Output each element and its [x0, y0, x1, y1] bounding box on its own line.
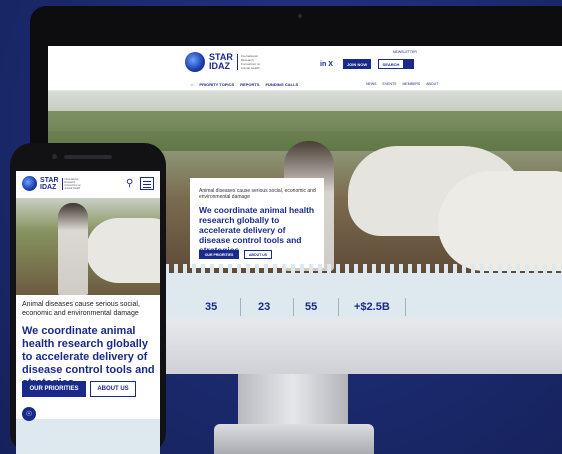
globe-logo-icon [185, 52, 205, 72]
logo-word-line1: STAR [40, 176, 59, 184]
phone-camera [52, 154, 57, 159]
hamburger-menu-icon[interactable] [140, 177, 154, 190]
logo-tagline: International Research Consortium on Ani… [236, 54, 269, 70]
hero-headline: We coordinate animal health research glo… [199, 205, 315, 255]
stat-divider [240, 298, 241, 316]
stat-value: 23 [258, 301, 271, 313]
stat-value: 55 [305, 301, 318, 313]
monitor-camera [298, 14, 302, 18]
stat-divider [293, 298, 294, 316]
nav-members[interactable]: MEMBERS [403, 82, 421, 86]
nav-about[interactable]: ABOUT [426, 82, 438, 86]
primary-nav: ⌂ PRIORITY TOPICS REPORTS FUNDING CALLS [191, 82, 298, 87]
search-button[interactable]: SEARCH [378, 59, 404, 69]
our-priorities-button[interactable]: OUR PRIORITIES [22, 381, 86, 397]
hero-ox-2 [438, 171, 562, 271]
search-icon[interactable] [404, 59, 414, 69]
phone-speaker [64, 155, 112, 159]
linkedin-icon[interactable]: in [320, 61, 326, 68]
nav-funding-calls[interactable]: FUNDING CALLS [266, 82, 299, 87]
search-icon[interactable]: ⚲ [126, 178, 133, 189]
accessibility-icon[interactable]: ☉ [22, 407, 36, 421]
x-icon[interactable]: X [328, 61, 333, 68]
stat-divider [338, 298, 339, 316]
globe-logo-icon [22, 176, 37, 191]
monitor-stand-foot [214, 424, 374, 454]
newsletter-link[interactable]: NEWSLETTER [393, 50, 417, 54]
hero-ox [86, 218, 160, 283]
desktop-nav: ⌂ PRIORITY TOPICS REPORTS FUNDING CALLS … [48, 80, 562, 91]
mobile-screen: STAR IDAZ International Research Consort… [16, 171, 160, 454]
about-us-button[interactable]: ABOUT US [244, 250, 272, 259]
hero-subtitle: Animal diseases cause serious social, ec… [199, 188, 316, 200]
hero-subtitle: Animal diseases cause serious social, ec… [22, 301, 140, 317]
stat-divider [405, 298, 406, 316]
about-us-button[interactable]: ABOUT US [90, 381, 136, 397]
secondary-nav: NEWS EVENTS MEMBERS ABOUT [366, 82, 438, 86]
desktop-logo[interactable]: STAR IDAZ International Research Consort… [185, 52, 269, 72]
stat-value: +$2.5B [354, 301, 390, 313]
mobile-stats-bg [16, 419, 160, 454]
logo-tagline: International Research Consortium on Ani… [61, 177, 85, 190]
our-priorities-button[interactable]: OUR PRIORITIES [199, 250, 239, 259]
nav-priority-topics[interactable]: PRIORITY TOPICS [199, 82, 234, 87]
mobile-hero-image [16, 198, 160, 295]
monitor-stand-neck [238, 374, 348, 428]
home-icon[interactable]: ⌂ [191, 82, 193, 87]
stat-value: 35 [205, 301, 218, 313]
mobile-logo[interactable]: STAR IDAZ International Research Consort… [22, 176, 85, 191]
logo-word-line2: IDAZ [40, 183, 57, 191]
social-links: in X [320, 61, 333, 68]
mobile-phone: STAR IDAZ International Research Consort… [10, 143, 166, 454]
mobile-header: STAR IDAZ International Research Consort… [16, 171, 160, 199]
logo-word-line2: IDAZ [209, 61, 230, 71]
nav-events[interactable]: EVENTS [383, 82, 397, 86]
hero-person [58, 203, 88, 295]
join-now-button[interactable]: JOIN NOW [343, 59, 371, 69]
desktop-hero-card: Animal diseases cause serious social, ec… [190, 178, 324, 268]
nav-reports[interactable]: REPORTS [240, 82, 259, 87]
nav-news[interactable]: NEWS [366, 82, 377, 86]
desktop-header: STAR IDAZ International Research Consort… [48, 46, 562, 81]
